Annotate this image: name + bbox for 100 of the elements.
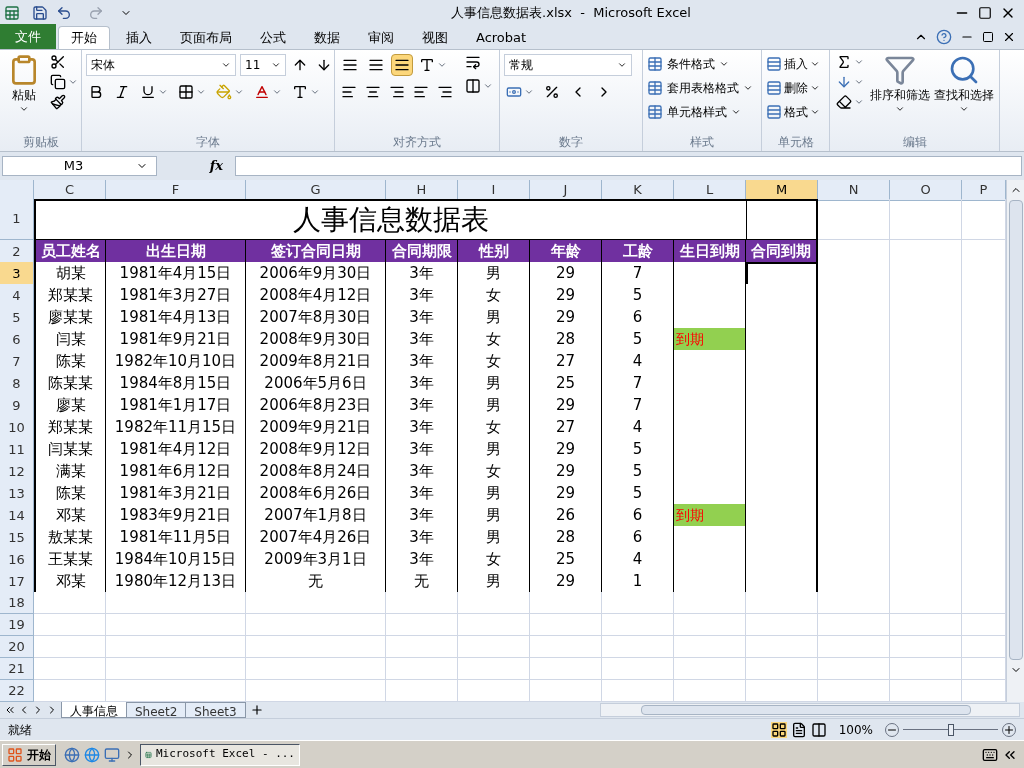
- row-header[interactable]: 7: [0, 350, 34, 372]
- table-cell: 6: [602, 306, 674, 328]
- table-cell: 无: [386, 570, 458, 592]
- name-box[interactable]: M3: [2, 156, 157, 176]
- cells-menu-button[interactable]: 删除: [766, 78, 820, 98]
- sheet-tab[interactable]: Sheet3: [185, 702, 246, 718]
- row-header[interactable]: 4: [0, 284, 34, 306]
- group-label: 编辑: [901, 134, 928, 151]
- table-cell: 男: [458, 570, 530, 592]
- zoom-level[interactable]: 100%: [838, 720, 873, 739]
- column-header[interactable]: L: [674, 180, 746, 201]
- column-header[interactable]: C: [34, 180, 106, 201]
- column-header[interactable]: I: [458, 180, 530, 201]
- table-cell: 3年: [386, 504, 458, 526]
- style-menu-button[interactable]: 条件格式: [647, 54, 753, 74]
- row-header[interactable]: 5: [0, 306, 34, 328]
- column-header[interactable]: P: [962, 180, 1006, 201]
- taskbar-window-button[interactable]: Microsoft Excel - ...: [140, 743, 300, 766]
- cells-menu-button[interactable]: 格式: [766, 102, 820, 122]
- row-header[interactable]: 21: [0, 658, 34, 680]
- group-label: 单元格: [776, 134, 815, 151]
- column-heading: 工龄: [602, 240, 674, 262]
- table-cell: 3年: [386, 394, 458, 416]
- table-cell: 1981年9月21日: [106, 328, 246, 350]
- find-select-button[interactable]: 查找和选择: [934, 54, 994, 133]
- ribbon-tab[interactable]: 公式: [248, 26, 298, 49]
- row-header[interactable]: 2: [0, 240, 34, 262]
- sheet-tab[interactable]: 人事信息: [61, 702, 127, 718]
- ribbon-tab[interactable]: Acrobat: [464, 26, 539, 49]
- fx-button[interactable]: fx: [161, 156, 231, 176]
- ribbon-tab[interactable]: 视图: [410, 26, 460, 49]
- row-header[interactable]: 22: [0, 680, 34, 702]
- row-header[interactable]: 10: [0, 416, 34, 438]
- table-cell: 女: [458, 284, 530, 306]
- ribbon-tab[interactable]: 开始: [58, 26, 110, 49]
- row-header[interactable]: 17: [0, 570, 34, 592]
- row-header[interactable]: 6: [0, 328, 34, 350]
- row-header[interactable]: 19: [0, 614, 34, 636]
- table-cell: 2006年8月23日: [246, 394, 386, 416]
- column-heading: 合同期限: [386, 240, 458, 262]
- row-header[interactable]: 11: [0, 438, 34, 460]
- column-header[interactable]: J: [530, 180, 602, 201]
- table-cell: 无: [246, 570, 386, 592]
- cells-menu-button[interactable]: 插入: [766, 54, 820, 74]
- table-cell: 5: [602, 482, 674, 504]
- row-header[interactable]: 20: [0, 636, 34, 658]
- window-title: 人事信息数据表.xlsx - Microsoft Excel: [450, 3, 692, 22]
- row-header[interactable]: 15: [0, 526, 34, 548]
- row-header[interactable]: 1: [0, 199, 34, 240]
- number-format-field[interactable]: 常规: [504, 54, 632, 76]
- table-cell: 29: [530, 570, 602, 592]
- table-cell: 2008年9月12日: [246, 438, 386, 460]
- column-header[interactable]: H: [386, 180, 458, 201]
- column-header[interactable]: K: [602, 180, 674, 201]
- table-cell: 女: [458, 416, 530, 438]
- font-name-field[interactable]: 宋体: [86, 54, 236, 76]
- table-cell: 2007年4月26日: [246, 526, 386, 548]
- row-header[interactable]: 16: [0, 548, 34, 570]
- start-button[interactable]: 开始: [2, 743, 56, 766]
- table-cell: 2009年3月1日: [246, 548, 386, 570]
- table-cell: 1981年11月5日: [106, 526, 246, 548]
- row-header[interactable]: 18: [0, 592, 34, 614]
- due-cell: 到期: [674, 328, 746, 350]
- row-header[interactable]: 13: [0, 482, 34, 504]
- ribbon-tab[interactable]: 页面布局: [168, 26, 244, 49]
- table-cell: 25: [530, 548, 602, 570]
- column-heading: 员工姓名: [34, 240, 106, 262]
- table-cell: 1980年12月13日: [106, 570, 246, 592]
- column-header[interactable]: F: [106, 180, 246, 201]
- style-menu-button[interactable]: 套用表格格式: [647, 78, 753, 98]
- ribbon-tab[interactable]: 插入: [114, 26, 164, 49]
- column-header[interactable]: G: [246, 180, 386, 201]
- font-size-field[interactable]: 11: [240, 54, 286, 76]
- row-header[interactable]: 3: [0, 262, 34, 284]
- table-cell: 女: [458, 548, 530, 570]
- column-header[interactable]: M: [746, 180, 818, 201]
- paste-button[interactable]: 粘贴: [4, 54, 44, 133]
- table-cell: 29: [530, 284, 602, 306]
- file-tab[interactable]: 文件: [0, 24, 56, 49]
- table-cell: 29: [530, 460, 602, 482]
- table-cell: 男: [458, 306, 530, 328]
- row-header[interactable]: 14: [0, 504, 34, 526]
- row-header[interactable]: 12: [0, 460, 34, 482]
- row-header[interactable]: 9: [0, 394, 34, 416]
- style-menu-button[interactable]: 单元格样式: [647, 102, 753, 122]
- table-cell: 郑某某: [34, 416, 106, 438]
- ribbon-tab[interactable]: 数据: [302, 26, 352, 49]
- column-header[interactable]: N: [818, 180, 890, 201]
- column-heading: 出生日期: [106, 240, 246, 262]
- table-cell: 男: [458, 504, 530, 526]
- sheet-tab[interactable]: Sheet2: [126, 702, 187, 718]
- row-header[interactable]: 8: [0, 372, 34, 394]
- ribbon-tab[interactable]: 审阅: [356, 26, 406, 49]
- table-cell: 胡某: [34, 262, 106, 284]
- table-cell: 陈某: [34, 350, 106, 372]
- sort-filter-button[interactable]: 排序和筛选: [870, 54, 930, 133]
- table-cell: 闫某某: [34, 438, 106, 460]
- column-header[interactable]: O: [890, 180, 962, 201]
- table-cell: 4: [602, 350, 674, 372]
- table-cell: 2009年9月21日: [246, 416, 386, 438]
